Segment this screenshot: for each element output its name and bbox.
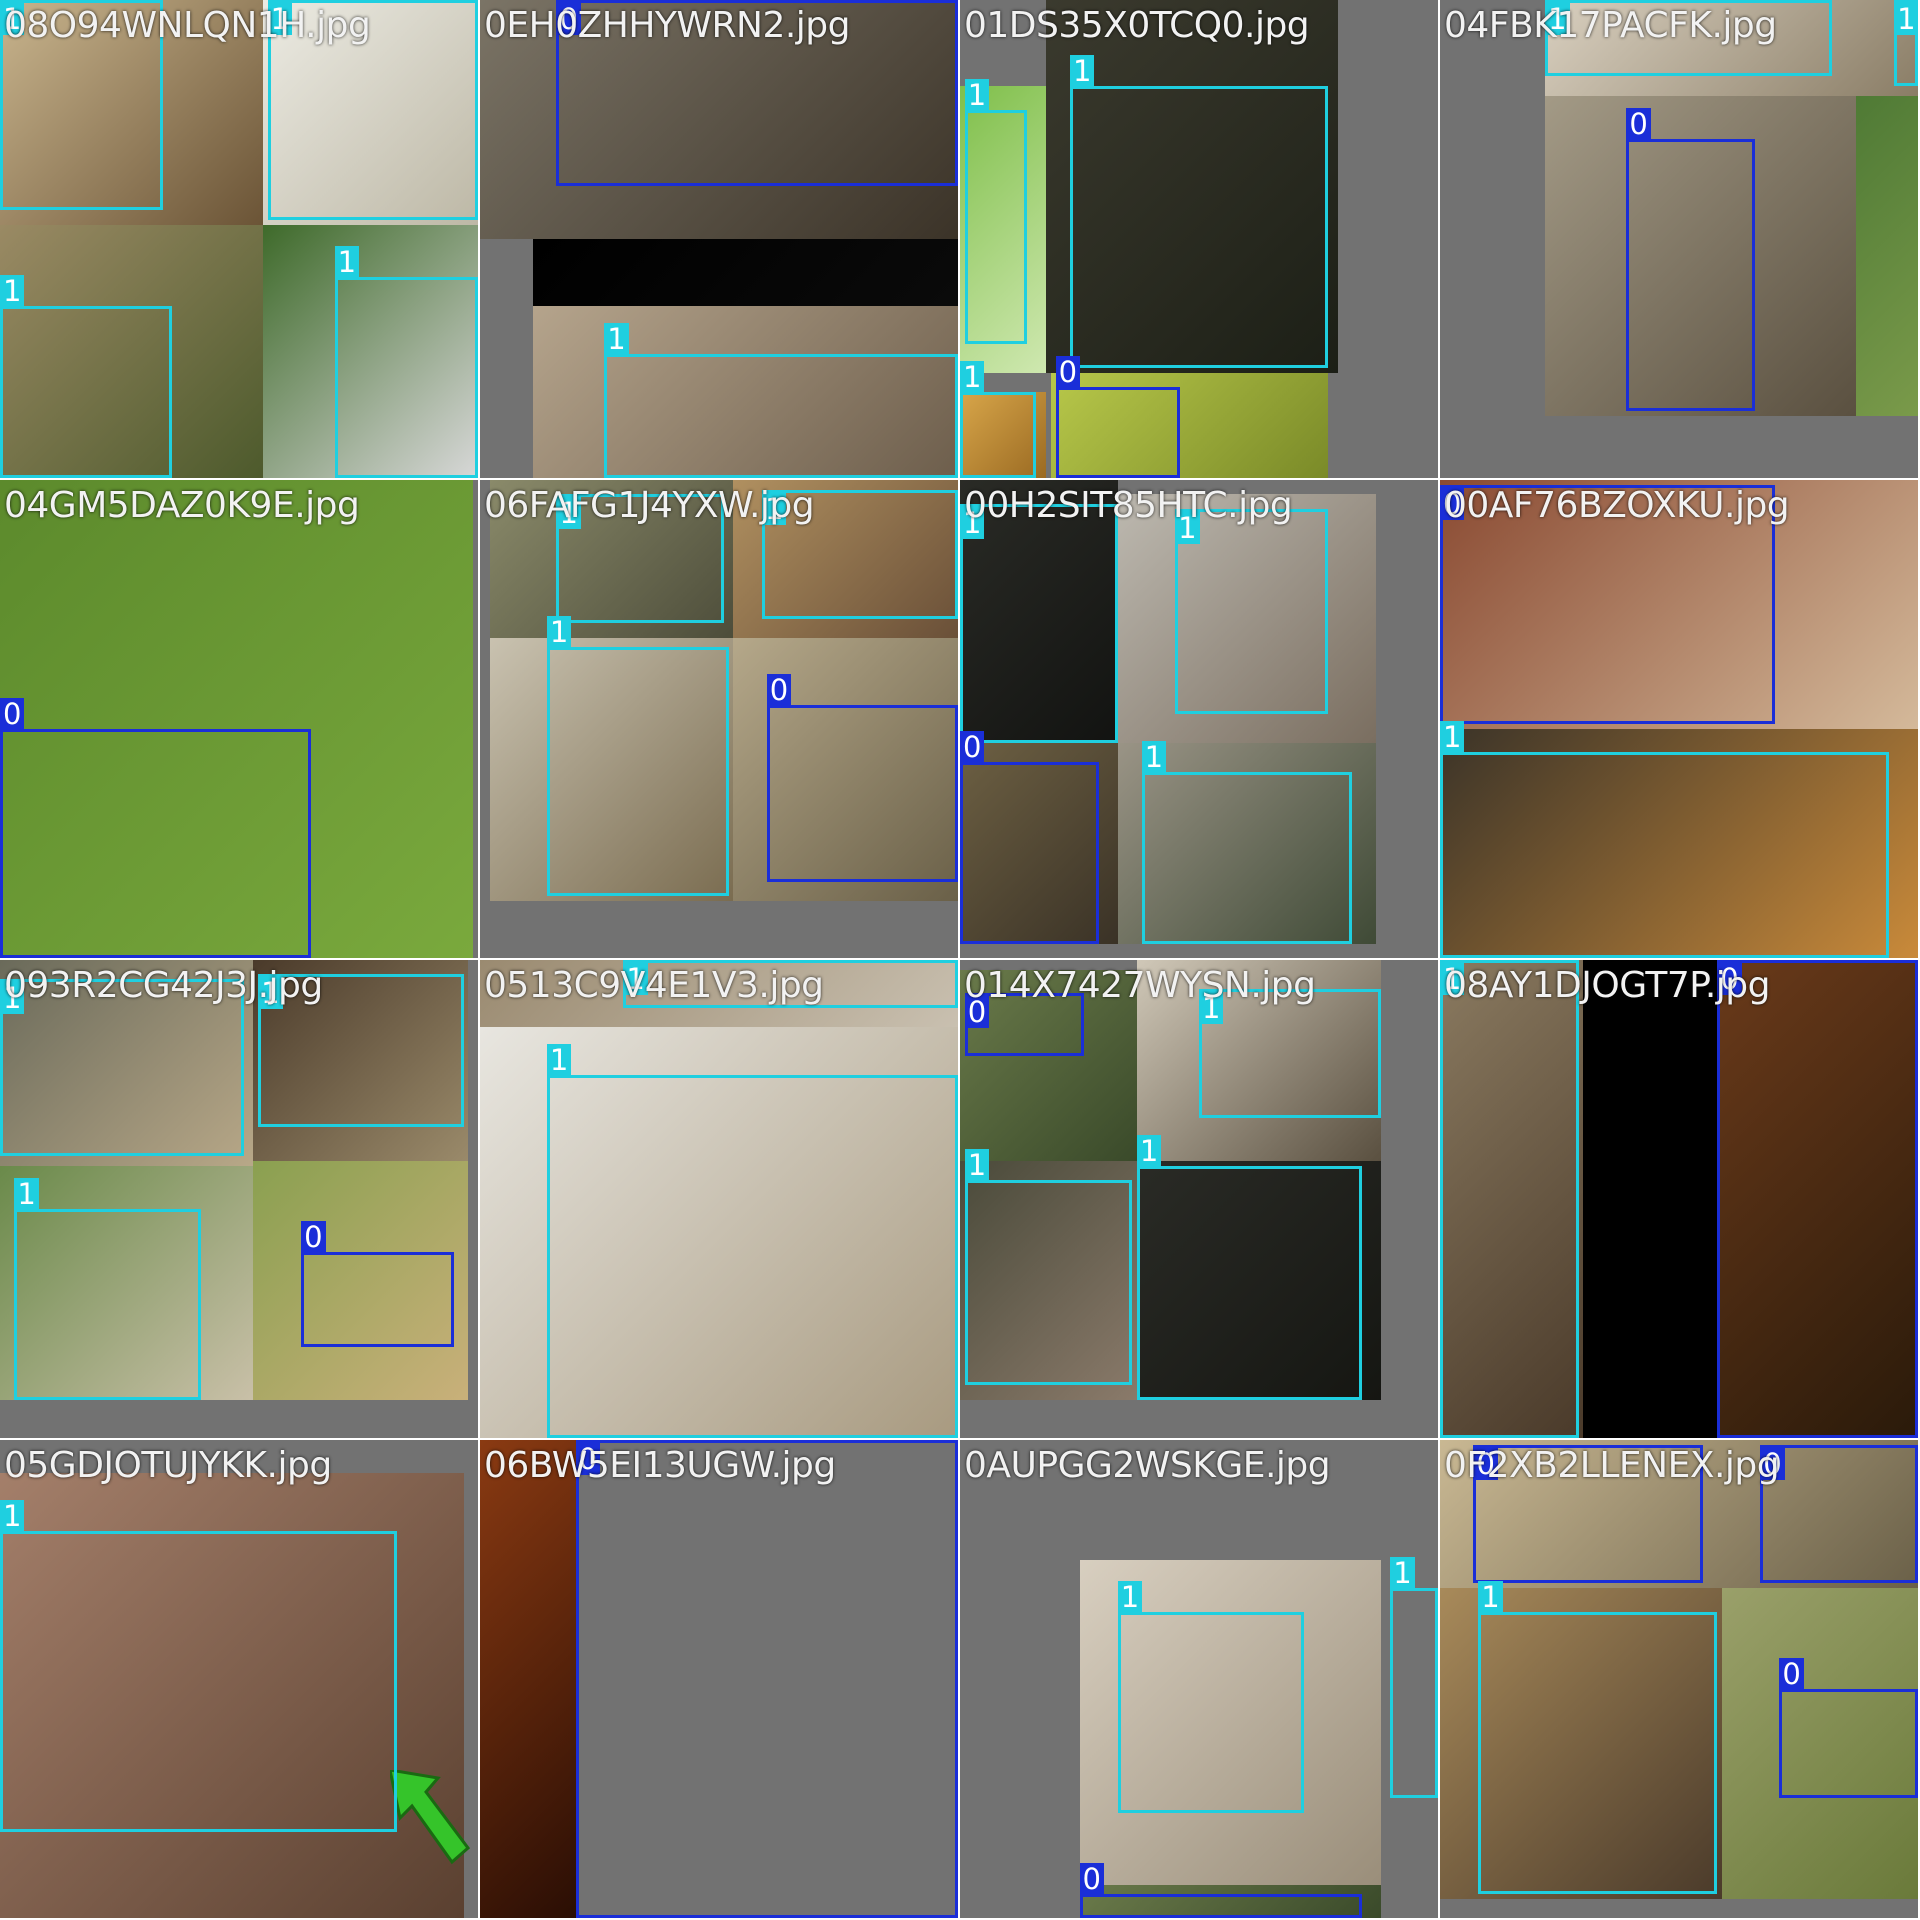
- bounding-box: 1: [1117, 1581, 1305, 1813]
- bounding-box: 0: [1079, 1863, 1362, 1918]
- photo-thumbnail: [532, 239, 958, 306]
- photo-thumbnail: [1583, 960, 1718, 1438]
- image-filename: 00AF76BZOXKU.jpg: [1444, 485, 1790, 526]
- class-label: 1: [546, 616, 572, 649]
- mosaic-tile: 1 1 1 0 06FAFG1J4YXW.jpg: [480, 480, 958, 958]
- class-label: 1: [1069, 55, 1095, 88]
- class-label: 1: [1478, 1581, 1503, 1614]
- class-label: 1: [1440, 721, 1465, 754]
- class-label: 0: [1779, 1657, 1804, 1690]
- bounding-box: 0: [766, 673, 958, 882]
- mosaic-tile: 1 1 1 0 093R2CG42J3J.jpg: [0, 960, 478, 1438]
- mosaic-tile: 1 1 1 0 01DS35X0TCQ0.jpg: [960, 0, 1438, 478]
- mosaic-tile: 1 1 0 1 00H2SIT85HTC.jpg: [960, 480, 1438, 958]
- bounding-box: 1: [1478, 1581, 1718, 1895]
- bounding-box: 1: [0, 1499, 397, 1832]
- class-label: 1: [14, 1177, 39, 1210]
- photo-thumbnail: [1855, 95, 1918, 416]
- bounding-box: 1: [604, 322, 958, 478]
- image-filename: 04GM5DAZ0K9E.jpg: [4, 485, 360, 526]
- bounding-box: 1: [14, 1177, 201, 1400]
- bounding-box: 1: [1440, 721, 1890, 958]
- bounding-box: 0: [1055, 356, 1180, 478]
- mosaic-tile: 1 1 1 1 08O94WNLQN1H.jpg: [0, 0, 478, 478]
- image-filename: 014X7427WYSN.jpg: [964, 965, 1316, 1006]
- image-filename: 0F2XB2LLENEX.jpg: [1444, 1445, 1780, 1486]
- mosaic-tile: 0 1 00AF76BZOXKU.jpg: [1440, 480, 1918, 958]
- class-label: 1: [546, 1043, 572, 1076]
- bounding-box: 1: [546, 1043, 958, 1438]
- image-filename: 05GDJOTUJYKK.jpg: [4, 1445, 332, 1486]
- image-filename: 06FAFG1J4YXW.jpg: [484, 485, 815, 526]
- photo-thumbnail: [480, 1440, 576, 1918]
- bounding-box: 1: [0, 274, 173, 478]
- mosaic-tile: 0 1 0EH0ZHHYWRN2.jpg: [480, 0, 958, 478]
- bounding-box: 0: [575, 1440, 958, 1918]
- bounding-box: 1: [334, 246, 478, 478]
- mosaic-tile: 1 0 08AY1DJOGT7P.jpg: [1440, 960, 1918, 1438]
- mosaic-tile: 1 05GDJOTUJYKK.jpg: [0, 1440, 478, 1918]
- image-filename: 06BW5EI13UGW.jpg: [484, 1445, 836, 1486]
- image-filename: 093R2CG42J3J.jpg: [4, 965, 323, 1006]
- class-label: 1: [1141, 740, 1167, 773]
- image-filename: 0EH0ZHHYWRN2.jpg: [484, 5, 851, 46]
- bounding-box: 1: [546, 616, 729, 896]
- mosaic-tile: 0 06BW5EI13UGW.jpg: [480, 1440, 958, 1918]
- class-label: 1: [334, 246, 360, 279]
- class-label: 0: [0, 697, 25, 730]
- arrow-icon: [390, 1770, 470, 1865]
- mosaic-tile: 0 1 1 1 014X7427WYSN.jpg: [960, 960, 1438, 1438]
- class-label: 1: [1894, 3, 1918, 35]
- bounding-box: 1: [964, 78, 1027, 345]
- image-filename: 08O94WNLQN1H.jpg: [4, 5, 371, 46]
- bounding-box: 1: [960, 503, 1118, 743]
- class-label: 0: [1079, 1863, 1104, 1896]
- class-label: 1: [960, 360, 985, 393]
- mosaic-tile: 1 1 0513C9V4E1V3.jpg: [480, 960, 958, 1438]
- class-label: 1: [1390, 1557, 1415, 1590]
- bounding-box: 0: [1779, 1657, 1918, 1799]
- image-filename: 0513C9V4E1V3.jpg: [484, 965, 824, 1006]
- bounding-box: 0: [301, 1220, 455, 1348]
- bounding-box: 1: [1136, 1134, 1362, 1400]
- bounding-box: 1: [1894, 0, 1918, 87]
- class-label: 1: [964, 1148, 990, 1181]
- class-label: 1: [0, 1499, 25, 1532]
- bounding-box: 1: [1175, 508, 1329, 715]
- image-filename: 08AY1DJOGT7P.jpg: [1444, 965, 1770, 1006]
- bounding-box: 0: [0, 697, 311, 958]
- image-filename: 04FBK17PACFK.jpg: [1444, 5, 1777, 46]
- class-label: 0: [1626, 107, 1651, 140]
- mosaic-tile: 1 1 0 0AUPGG2WSKGE.jpg: [960, 1440, 1438, 1918]
- class-label: 0: [301, 1220, 326, 1253]
- bounding-box: 1: [960, 360, 1037, 478]
- bounding-box: 0: [960, 731, 1099, 944]
- mosaic-grid: 1 1 1 1 08O94WNLQN1H.jpg 0 1 0EH0ZHHYWRN2.jpg 1 1…: [0, 0, 1920, 1920]
- bounding-box: 1: [1199, 988, 1381, 1118]
- class-label: 1: [964, 78, 990, 111]
- class-label: 0: [960, 731, 985, 764]
- class-label: 0: [1055, 356, 1081, 389]
- bounding-box: 1: [1141, 740, 1352, 944]
- bounding-box: 0: [1717, 960, 1918, 1438]
- mosaic-tile: 0 04GM5DAZ0K9E.jpg: [0, 480, 478, 958]
- bounding-box: 1: [1069, 55, 1329, 369]
- image-filename: 01DS35X0TCQ0.jpg: [964, 5, 1310, 46]
- image-filename: 00H2SIT85HTC.jpg: [964, 485, 1293, 526]
- mosaic-tile: 0 0 1 0 0F2XB2LLENEX.jpg: [1440, 1440, 1918, 1918]
- image-filename: 0AUPGG2WSKGE.jpg: [964, 1445, 1331, 1486]
- bounding-box: 0: [1626, 107, 1756, 412]
- class-label: 1: [1117, 1581, 1143, 1614]
- mosaic-tile: 1 0 1 04FBK17PACFK.jpg: [1440, 0, 1918, 478]
- class-label: 1: [1136, 1134, 1162, 1167]
- class-label: 1: [604, 322, 629, 355]
- bounding-box: 1: [1390, 1557, 1438, 1799]
- bounding-box: 0: [1760, 1444, 1918, 1584]
- class-label: 0: [766, 673, 792, 706]
- bounding-box: 1: [1440, 960, 1579, 1438]
- class-label: 1: [0, 274, 25, 307]
- bounding-box: 1: [964, 1148, 1133, 1386]
